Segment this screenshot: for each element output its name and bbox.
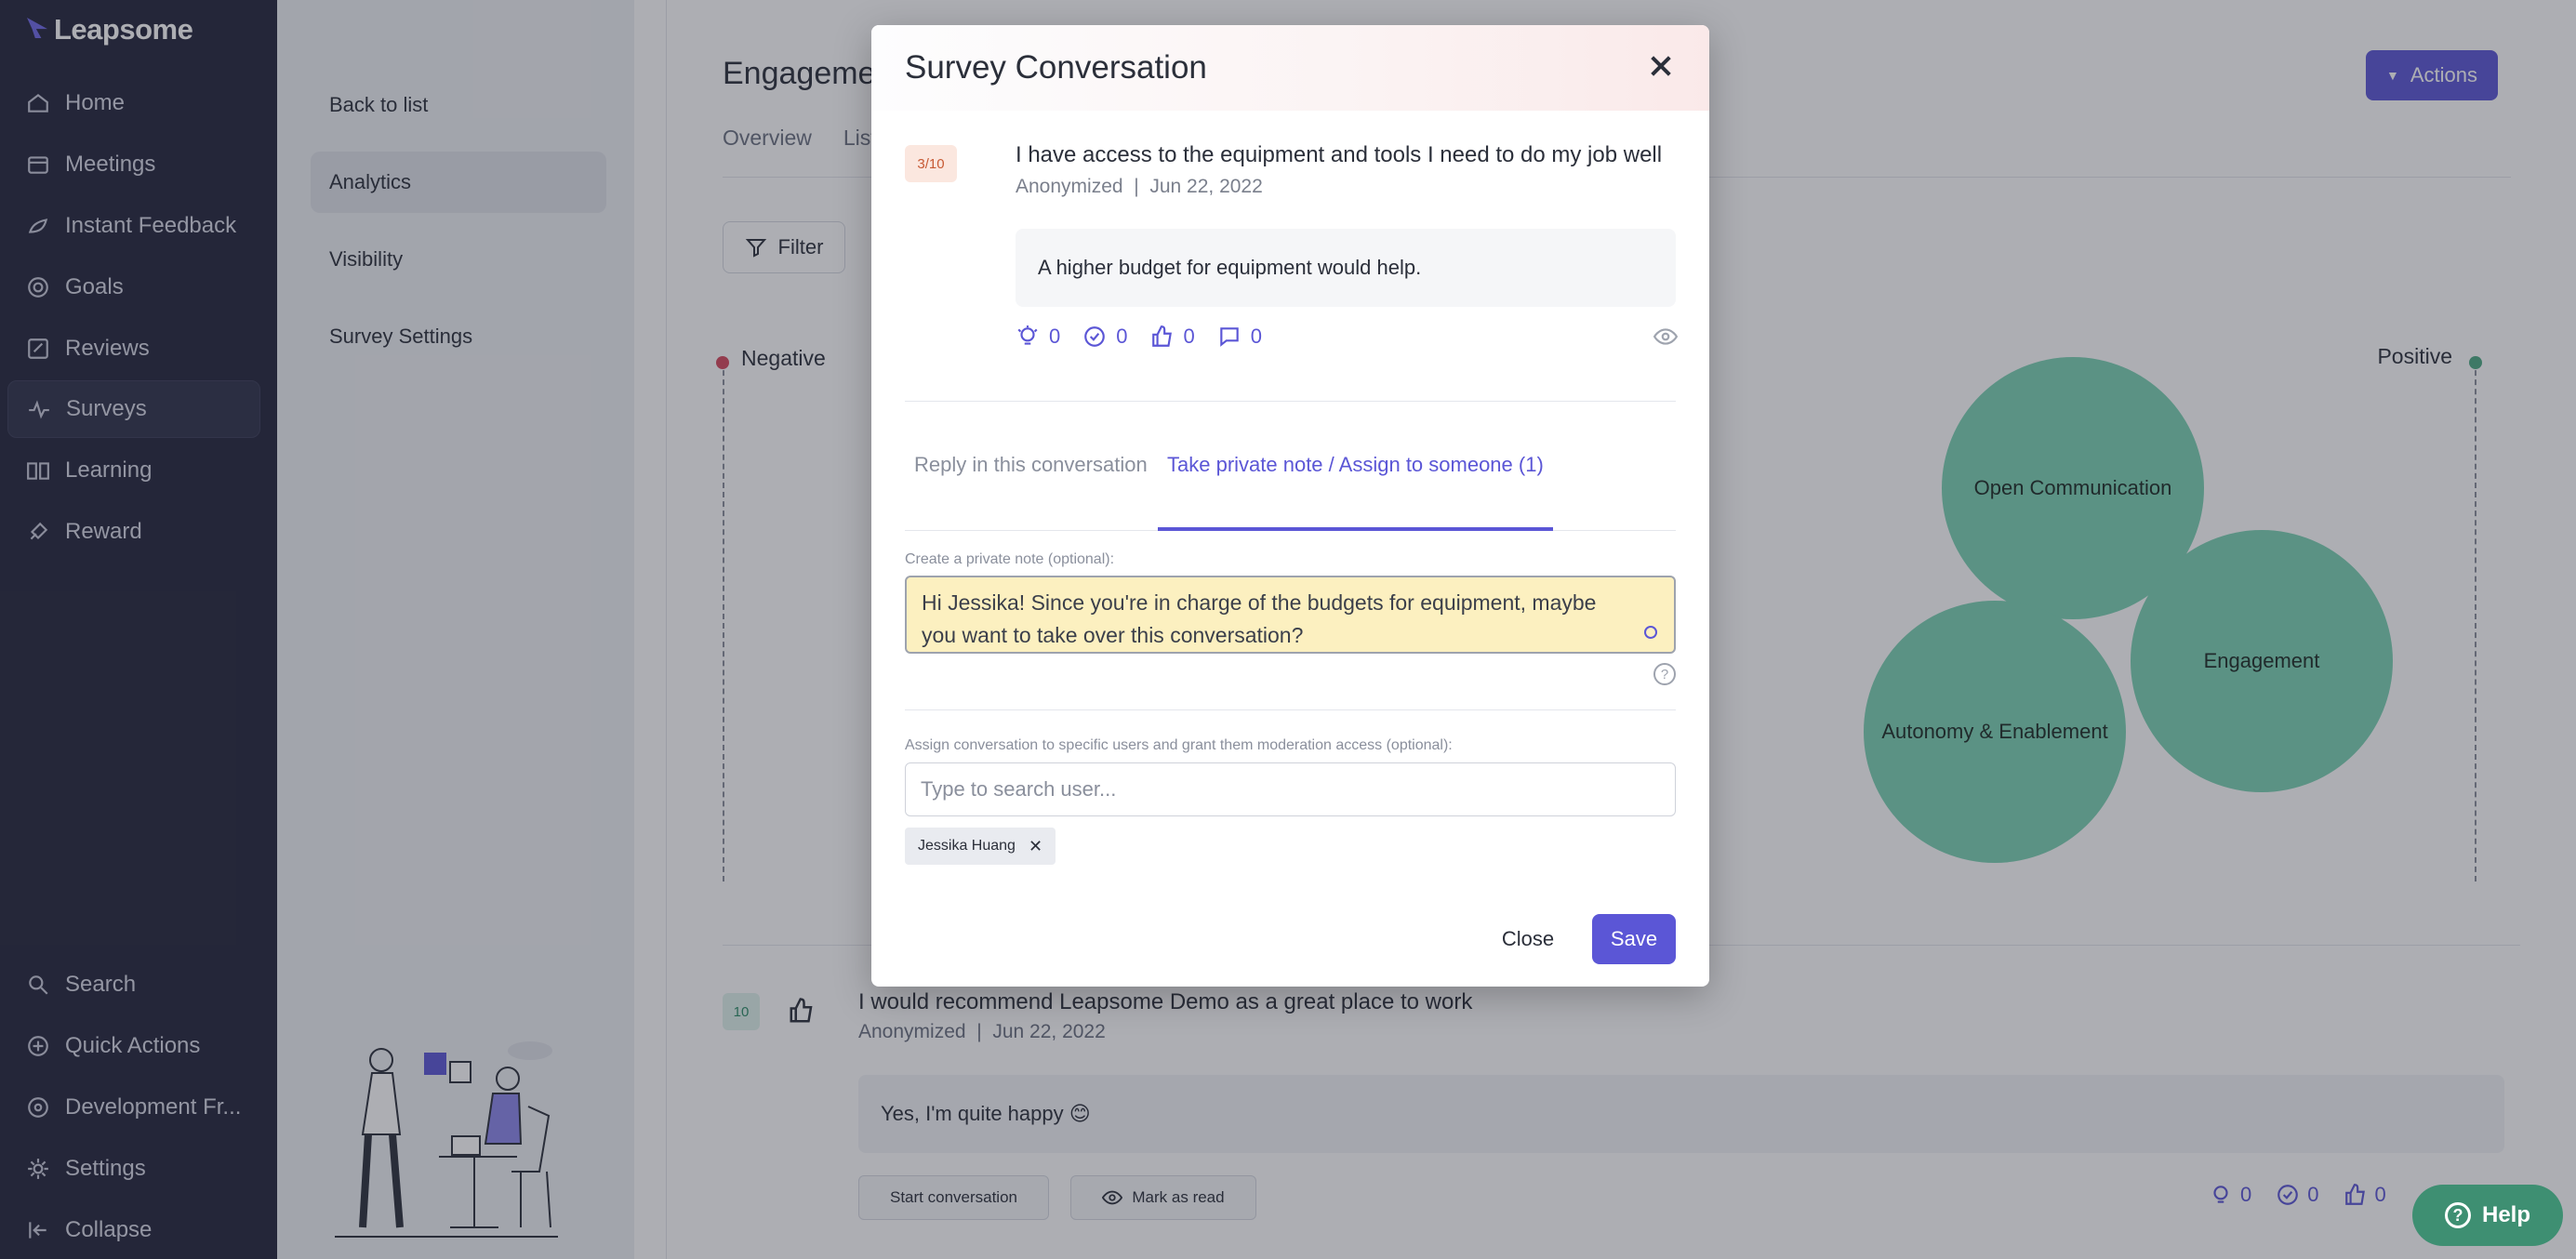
modal-header: Survey Conversation (871, 25, 1709, 111)
divider (905, 709, 1676, 710)
close-button[interactable]: Close (1491, 914, 1565, 964)
note-label: Create a private note (optional): (905, 551, 1115, 567)
thumbs-up-icon (1151, 325, 1172, 347)
reaction-counters: 0 0 0 0 (1016, 325, 1262, 349)
comment-icon (1220, 327, 1239, 347)
comment-count: 0 (1250, 325, 1262, 348)
user-search-input[interactable] (905, 762, 1676, 816)
add-icon[interactable] (1644, 626, 1657, 639)
comment-counter[interactable]: 0 (1217, 325, 1262, 349)
score-badge: 3/10 (905, 145, 957, 182)
chip-label: Jessika Huang (918, 838, 1016, 854)
help-circle-icon[interactable]: ? (1653, 663, 1676, 685)
conversation-tabs: Reply in this conversation Take private … (905, 444, 1676, 531)
idea-counter[interactable]: 0 (1016, 325, 1060, 349)
assign-label: Assign conversation to specific users an… (905, 737, 1453, 753)
note-text: Hi Jessika! Since you're in charge of th… (922, 590, 1597, 647)
modal-title: Survey Conversation (905, 49, 1207, 86)
like-count: 0 (1183, 325, 1195, 348)
agree-counter[interactable]: 0 (1082, 325, 1128, 349)
save-button[interactable]: Save (1592, 914, 1676, 964)
help-button[interactable]: ? Help (2412, 1185, 2563, 1246)
agree-count: 0 (1116, 325, 1128, 348)
answer-text: A higher budget for equipment would help… (1016, 229, 1676, 307)
tab-private-note[interactable]: Take private note / Assign to someone (1… (1158, 444, 1553, 531)
close-icon[interactable] (1646, 51, 1676, 81)
help-label: Help (2481, 1202, 2530, 1227)
survey-conversation-modal: Survey Conversation 3/10 I have access t… (871, 25, 1709, 987)
survey-question: I have access to the equipment and tools… (1016, 142, 1663, 167)
question-meta: Anonymized | Jun 22, 2022 (1016, 176, 1263, 197)
remove-icon[interactable]: ✕ (1029, 837, 1042, 856)
idea-count: 0 (1049, 325, 1061, 348)
private-note-textarea[interactable]: Hi Jessika! Since you're in charge of th… (905, 576, 1676, 654)
check-circle-icon (1084, 326, 1106, 347)
question-icon: ? (2444, 1202, 2471, 1228)
divider (905, 401, 1676, 402)
tab-reply[interactable]: Reply in this conversation (914, 444, 1148, 531)
idea-icon (1017, 325, 1038, 345)
like-counter[interactable]: 0 (1150, 325, 1195, 349)
eye-icon[interactable] (1653, 325, 1679, 349)
assigned-user-chip: Jessika Huang ✕ (905, 828, 1056, 865)
